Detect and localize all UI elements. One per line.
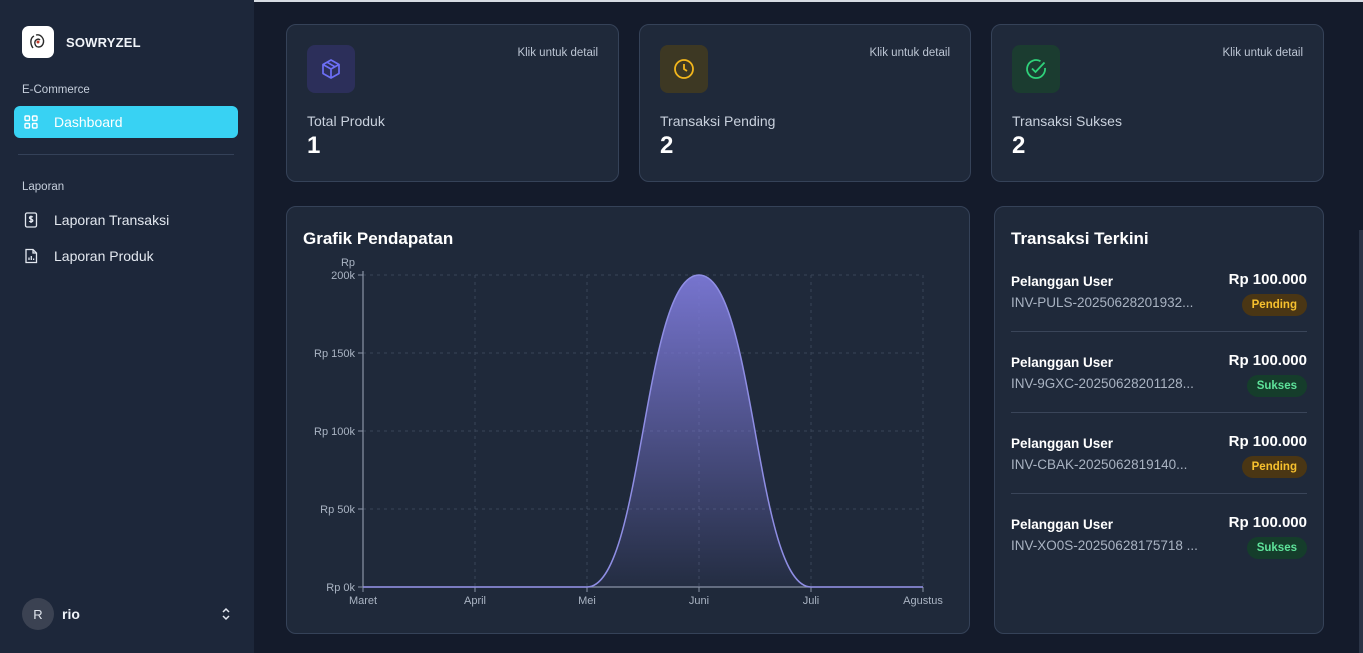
transaction-row[interactable]: Pelanggan User INV-XO0S-20250628175718 .…	[1011, 494, 1307, 575]
sidebar-item-laporan-produk[interactable]: Laporan Produk	[14, 240, 238, 272]
revenue-chart-card: Grafik Pendapatan Rp 0k Rp 50k Rp 100k Rp 1…	[286, 206, 970, 634]
logo-icon	[22, 26, 54, 58]
stat-hint[interactable]: Klik untuk detail	[1222, 47, 1303, 59]
stat-label: Transaksi Pending	[660, 113, 776, 129]
sidebar-divider	[18, 154, 234, 155]
top-border	[254, 0, 1363, 2]
check-circle-icon	[1012, 45, 1060, 93]
x-tick-label: Maret	[349, 595, 377, 607]
brand[interactable]: SOWRYZEL	[22, 26, 141, 58]
stat-card-transaksi-sukses[interactable]: Klik untuk detail Transaksi Sukses 2	[991, 24, 1324, 182]
transaction-invoice: INV-9GXC-20250628201128...	[1011, 376, 1194, 391]
y-tick-label: Rp 0k	[326, 582, 355, 594]
sidebar-item-label: Laporan Transaksi	[54, 212, 170, 228]
transaction-customer: Pelanggan User	[1011, 355, 1114, 370]
transaction-customer: Pelanggan User	[1011, 436, 1114, 451]
clock-icon	[660, 45, 708, 93]
transactions-title: Transaksi Terkini	[1011, 229, 1149, 248]
recent-transactions-card: Transaksi Terkini Pelanggan User INV-PUL…	[994, 206, 1324, 634]
status-badge: Pending	[1241, 456, 1307, 478]
transaction-invoice: INV-XO0S-20250628175718 ...	[1011, 538, 1198, 553]
sidebar-item-label: Laporan Produk	[54, 248, 154, 264]
x-tick-label: April	[464, 595, 486, 607]
transaction-amount: Rp 100.000	[1228, 352, 1307, 369]
stat-card-transaksi-pending[interactable]: Klik untuk detail Transaksi Pending 2	[639, 24, 971, 182]
transaction-amount: Rp 100.000	[1228, 271, 1307, 288]
transaction-row[interactable]: Pelanggan User INV-CBAK-2025062819140...…	[1011, 413, 1307, 494]
x-tick-label: Agustus	[903, 595, 943, 607]
transaction-customer: Pelanggan User	[1011, 274, 1114, 289]
brand-name: SOWRYZEL	[66, 34, 141, 50]
sidebar: SOWRYZEL E-Commerce Dashboard Laporan La…	[0, 0, 254, 653]
sidebar-item-label: Dashboard	[54, 114, 123, 130]
transaction-invoice: INV-CBAK-2025062819140...	[1011, 457, 1188, 472]
stat-hint[interactable]: Klik untuk detail	[517, 47, 598, 59]
stat-value: 2	[1012, 132, 1026, 159]
y-tick-label: Rp 50k	[320, 504, 355, 516]
dollar-doc-icon	[23, 212, 39, 228]
user-menu[interactable]: R rio	[22, 598, 234, 630]
y-tick-label: Rp 150k	[314, 348, 355, 360]
sidebar-item-laporan-transaksi[interactable]: Laporan Transaksi	[14, 204, 238, 236]
transaction-row[interactable]: Pelanggan User INV-PULS-20250628201932..…	[1011, 251, 1307, 332]
stat-value: 1	[307, 132, 321, 159]
avatar: R	[22, 598, 54, 630]
chevron-up-down-icon[interactable]	[218, 606, 234, 622]
user-name: rio	[62, 606, 80, 622]
status-badge: Pending	[1241, 294, 1307, 316]
transaction-amount: Rp 100.000	[1228, 514, 1307, 531]
y-tick-label: Rp 100k	[314, 426, 355, 438]
section-label-ecommerce: E-Commerce	[22, 84, 90, 96]
box-icon	[307, 45, 355, 93]
transaction-amount: Rp 100.000	[1228, 433, 1307, 450]
y-tick-label: 200k	[331, 270, 355, 282]
revenue-chart: Rp 0k Rp 50k Rp 100k Rp 150k Rp200k Maret Apri…	[314, 257, 943, 607]
stat-label: Total Produk	[307, 113, 385, 129]
stat-hint[interactable]: Klik untuk detail	[869, 47, 950, 59]
x-tick-label: Juli	[803, 595, 820, 607]
grid-icon	[23, 114, 39, 130]
stat-label: Transaksi Sukses	[1012, 113, 1122, 129]
status-badge: Sukses	[1246, 537, 1307, 559]
transaction-row[interactable]: Pelanggan User INV-9GXC-20250628201128..…	[1011, 332, 1307, 413]
section-label-laporan: Laporan	[22, 181, 65, 193]
page-scrollbar[interactable]	[1359, 230, 1363, 653]
stat-card-total-produk[interactable]: Klik untuk detail Total Produk 1	[286, 24, 619, 182]
status-badge: Sukses	[1246, 375, 1307, 397]
x-tick-label: Juni	[689, 595, 709, 607]
stat-value: 2	[660, 132, 674, 159]
chart-doc-icon	[23, 248, 39, 264]
transaction-customer: Pelanggan User	[1011, 517, 1114, 532]
transaction-invoice: INV-PULS-20250628201932...	[1011, 295, 1194, 310]
x-tick-label: Mei	[578, 595, 596, 607]
y-tick-label: Rp	[341, 257, 355, 269]
sidebar-item-dashboard[interactable]: Dashboard	[14, 106, 238, 138]
